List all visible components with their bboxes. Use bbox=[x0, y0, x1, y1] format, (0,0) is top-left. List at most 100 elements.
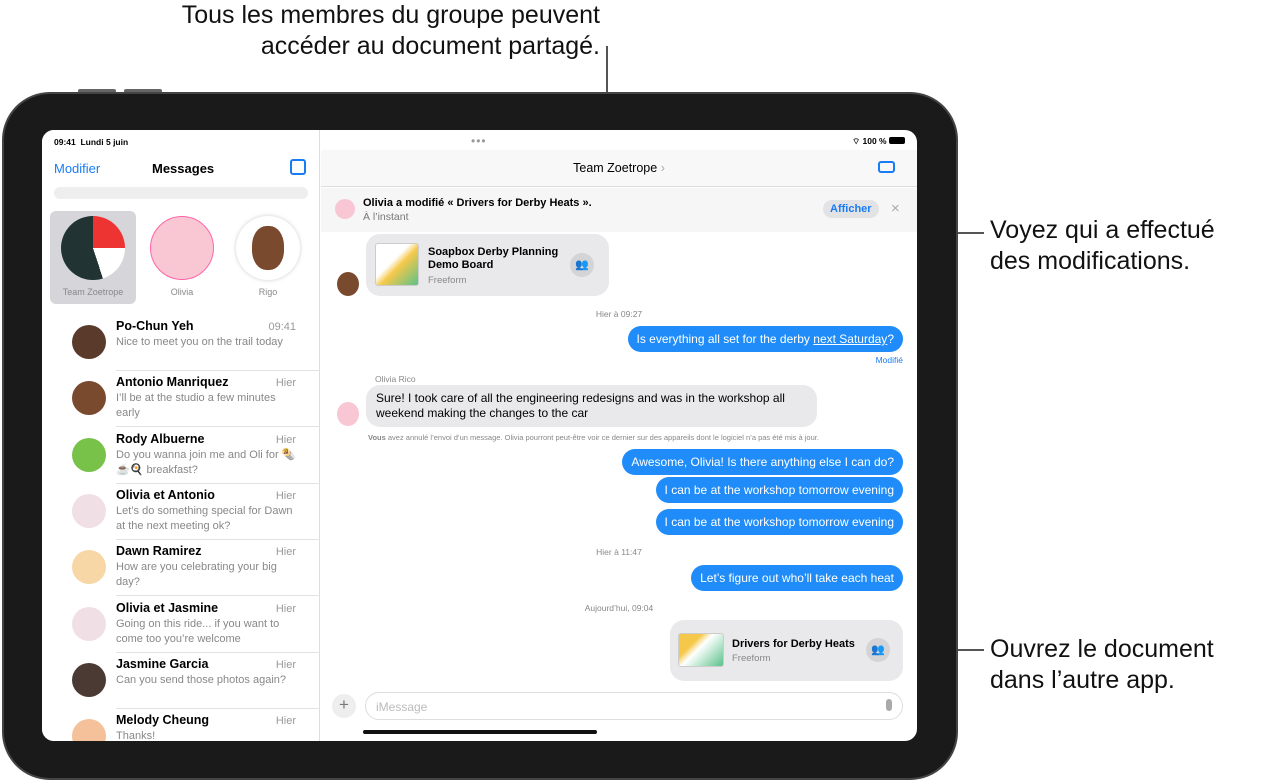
message-preview: Do you wanna join me and Oli for 🌯☕🍳 bre… bbox=[116, 448, 296, 476]
pinned-label: Olivia bbox=[170, 287, 194, 297]
message-preview: Nice to meet you on the trail today bbox=[116, 336, 283, 348]
status-time: 09:41 Lundi 5 juin bbox=[54, 137, 129, 147]
card-title: Soapbox Derby Planning Demo Board bbox=[428, 246, 559, 271]
conversation-item[interactable]: Po-Chun Yeh 09:41 Nice to meet you on th… bbox=[42, 315, 320, 371]
card-app: Freeform bbox=[732, 653, 771, 664]
message-time: Hier bbox=[275, 602, 296, 615]
conversation-item[interactable]: Rody Albuerne Hier Do you wanna join me … bbox=[42, 428, 320, 484]
contact-avatar bbox=[72, 606, 106, 641]
conversation-item[interactable]: Melody Cheung Hier Thanks! bbox=[42, 709, 320, 741]
chat-header: Team Zoetrope › bbox=[321, 150, 917, 187]
card-app: Freeform bbox=[428, 275, 467, 286]
olivia-avatar bbox=[337, 402, 359, 426]
contact-name: Po-Chun Yeh bbox=[116, 319, 194, 333]
show-button[interactable]: Afficher bbox=[823, 200, 879, 218]
edit-notification-banner: Olivia a modifié « Drivers for Derby Hea… bbox=[321, 188, 917, 232]
microphone-icon[interactable] bbox=[886, 699, 892, 711]
conversation-item[interactable]: Jasmine Garcia Hier Can you send those p… bbox=[42, 653, 320, 709]
callout-modifications: Voyez qui a effectué des modifications. bbox=[990, 215, 1215, 277]
outgoing-message: Is everything all set for the derby next… bbox=[627, 326, 903, 352]
edited-label[interactable]: Modifié bbox=[876, 355, 903, 365]
message-input[interactable]: iMessage bbox=[365, 692, 903, 720]
callout-shared-document: Tous les membres du groupe peuvent accéd… bbox=[60, 0, 600, 62]
card-title: Drivers for Derby Heats bbox=[732, 638, 855, 650]
message-time: Hier bbox=[275, 658, 296, 671]
antonio-avatar bbox=[337, 272, 359, 296]
message-time: Hier bbox=[275, 546, 296, 559]
contact-avatar bbox=[72, 381, 106, 416]
outgoing-message: Awesome, Olivia! Is there anything else … bbox=[622, 449, 903, 475]
conversation-item[interactable]: Olivia et Jasmine Hier Going on this rid… bbox=[42, 597, 320, 653]
message-preview: Let’s do something special for Dawn at t… bbox=[116, 504, 293, 532]
contact-name: Antonio Manriquez bbox=[116, 375, 229, 390]
timestamp: Hier à 09:27 bbox=[595, 309, 643, 319]
sidebar-title: Messages bbox=[152, 161, 215, 176]
chat-title[interactable]: Team Zoetrope › bbox=[321, 161, 917, 175]
conversation-item[interactable]: Olivia et Antonio Hier Let’s do somethin… bbox=[42, 484, 320, 540]
home-indicator[interactable] bbox=[363, 730, 597, 734]
contact-avatar bbox=[72, 325, 106, 359]
sidebar: 09:41 Lundi 5 juin Modifier Messages Tea… bbox=[42, 130, 320, 741]
message-preview: How are you celebrating your big day? bbox=[116, 561, 277, 589]
message-time: Hier bbox=[275, 489, 296, 502]
contact-name: Olivia et Jasmine bbox=[116, 600, 219, 615]
shared-document-card[interactable]: Soapbox Derby Planning Demo Board Freefo… bbox=[366, 234, 609, 296]
contact-name: Olivia et Antonio bbox=[116, 487, 215, 502]
message-preview: Thanks! bbox=[116, 730, 156, 741]
contact-name: Rody Albuerne bbox=[116, 431, 205, 446]
pinned-olivia[interactable]: Olivia bbox=[139, 211, 225, 297]
rigo-avatar bbox=[236, 216, 300, 280]
olivia-avatar bbox=[335, 199, 355, 219]
contact-avatar bbox=[72, 662, 106, 697]
message-time: 09:41 bbox=[268, 321, 296, 333]
collaboration-icon[interactable]: 👥 bbox=[570, 253, 594, 277]
contact-avatar bbox=[72, 719, 106, 741]
date-link[interactable]: next Saturday bbox=[813, 332, 887, 346]
contact-avatar bbox=[72, 550, 106, 585]
banner-time: À l’instant bbox=[363, 211, 409, 223]
shared-document-card[interactable]: Drivers for Derby Heats Freeform 👥 bbox=[670, 620, 903, 681]
timestamp: Aujourd’hui, 09:04 bbox=[584, 603, 654, 613]
message-time: Hier bbox=[275, 377, 296, 390]
team-avatar bbox=[61, 216, 125, 280]
conversation-item[interactable]: Dawn Ramirez Hier How are you celebratin… bbox=[42, 540, 320, 597]
message-preview: I’ll be at the studio a few minutes earl… bbox=[116, 392, 276, 420]
callout-line: dans l’autre app. bbox=[990, 666, 1175, 694]
collaboration-icon[interactable]: 👥 bbox=[866, 638, 890, 662]
plus-icon[interactable]: + bbox=[332, 694, 356, 718]
pinned-team-zoetrope[interactable]: Team Zoetrope bbox=[50, 211, 136, 304]
message-time: Hier bbox=[275, 715, 296, 728]
sender-name: Olivia Rico bbox=[375, 374, 416, 384]
callout-line: Tous les membres du groupe peuvent bbox=[181, 1, 600, 29]
close-icon[interactable]: × bbox=[891, 200, 900, 217]
message-preview: Can you send those photos again? bbox=[116, 673, 287, 686]
contact-name: Melody Cheung bbox=[116, 713, 210, 728]
callout-open-document: Ouvrez le document dans l’autre app. bbox=[990, 634, 1214, 696]
conversation-pane: ••• ⌔ 100 % Team Zoetrope › Olivia a mod… bbox=[321, 130, 917, 741]
banner-text: Olivia a modifié « Drivers for Derby Hea… bbox=[363, 197, 592, 209]
unsend-note: Vous avez annulé l’envoi d’un message. O… bbox=[368, 433, 819, 442]
message-preview: Going on this ride... if you want to com… bbox=[116, 617, 280, 645]
screen: 09:41 Lundi 5 juin Modifier Messages Tea… bbox=[42, 130, 917, 741]
callout-line: des modifications. bbox=[990, 247, 1191, 275]
edit-button[interactable]: Modifier bbox=[54, 161, 100, 176]
video-call-icon[interactable] bbox=[878, 161, 895, 173]
outgoing-message: Let’s figure out who’ll take each heat bbox=[691, 565, 903, 591]
contact-name: Dawn Ramirez bbox=[116, 544, 202, 559]
compose-icon[interactable] bbox=[290, 159, 306, 175]
conversation-item[interactable]: Antonio Manriquez Hier I’ll be at the st… bbox=[42, 371, 320, 428]
callout-line: Voyez qui a effectué bbox=[990, 216, 1215, 244]
outgoing-message: I can be at the workshop tomorrow evenin… bbox=[655, 477, 903, 503]
timestamp: Hier à 11:47 bbox=[596, 547, 642, 557]
search-field[interactable] bbox=[54, 187, 308, 199]
contact-avatar bbox=[72, 437, 106, 472]
status-battery: ⌔ 100 % bbox=[852, 136, 905, 147]
freeform-thumbnail bbox=[375, 243, 419, 286]
input-placeholder: iMessage bbox=[376, 700, 428, 714]
outgoing-message: I can be at the workshop tomorrow evenin… bbox=[655, 509, 903, 535]
contact-avatar bbox=[72, 493, 106, 528]
olivia-avatar bbox=[150, 216, 214, 280]
multitask-dots[interactable]: ••• bbox=[471, 134, 487, 148]
callout-line: Ouvrez le document bbox=[990, 635, 1214, 663]
pinned-rigo[interactable]: Rigo bbox=[225, 211, 311, 297]
